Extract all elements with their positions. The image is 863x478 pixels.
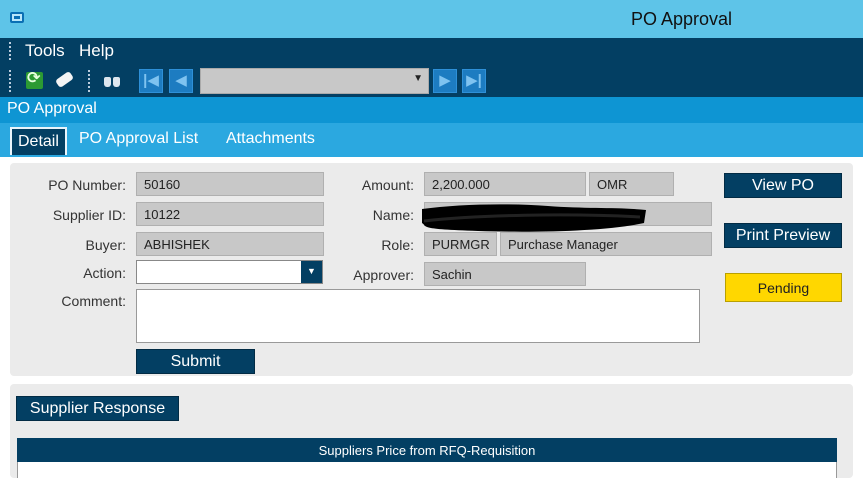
buyer-field: ABHISHEK <box>136 232 324 256</box>
comment-label: Comment: <box>61 293 126 309</box>
action-select[interactable]: ▼ <box>136 260 323 284</box>
binoculars-icon[interactable] <box>103 73 121 88</box>
title-bar: PO Approval <box>0 0 863 38</box>
view-po-button[interactable]: View PO <box>724 173 842 198</box>
submit-button[interactable]: Submit <box>136 349 255 374</box>
action-dropdown-button[interactable]: ▼ <box>301 261 322 283</box>
print-preview-button[interactable]: Print Preview <box>724 223 842 248</box>
supplier-price-table-header: Suppliers Price from RFQ-Requisition <box>17 438 837 462</box>
tab-detail[interactable]: Detail <box>10 127 67 155</box>
supplier-id-field: 10122 <box>136 202 324 226</box>
status-badge: Pending <box>725 273 842 302</box>
next-record-button[interactable]: ▶ <box>433 69 457 93</box>
currency-field: OMR <box>589 172 674 196</box>
approver-label: Approver: <box>353 267 414 283</box>
eraser-icon[interactable] <box>54 70 75 89</box>
app-icon <box>10 12 24 23</box>
section-title: PO Approval <box>0 97 863 123</box>
refresh-icon[interactable] <box>26 68 43 89</box>
next-record-icon: ▶ <box>439 72 451 89</box>
po-number-label: PO Number: <box>48 177 126 193</box>
supplier-response-button[interactable]: Supplier Response <box>16 396 179 421</box>
record-select[interactable]: ▼ <box>200 68 429 94</box>
first-record-icon: |◀ <box>143 72 159 89</box>
role-description-field: Purchase Manager <box>500 232 712 256</box>
menu-tools[interactable]: Tools <box>25 41 65 61</box>
amount-label: Amount: <box>361 177 414 193</box>
first-record-button[interactable]: |◀ <box>139 69 163 93</box>
role-label: Role: <box>381 237 414 253</box>
supplier-price-table <box>17 462 837 478</box>
toolbar <box>0 64 863 97</box>
redaction-scribble <box>422 204 646 232</box>
menu-help[interactable]: Help <box>79 41 114 61</box>
menu-bar: Tools Help <box>0 38 863 64</box>
role-code-field: PURMGR <box>424 232 497 256</box>
toolbar-grip-icon <box>9 70 11 92</box>
chevron-down-icon: ▼ <box>413 73 423 84</box>
last-record-icon: ▶| <box>466 72 482 89</box>
toolbar-separator <box>88 70 90 92</box>
buyer-label: Buyer: <box>85 237 126 253</box>
chevron-down-icon: ▼ <box>307 266 316 276</box>
po-number-field: 50160 <box>136 172 324 196</box>
last-record-button[interactable]: ▶| <box>462 69 486 93</box>
previous-record-icon: ◀ <box>175 72 187 89</box>
comment-field[interactable] <box>136 289 700 343</box>
name-label: Name: <box>372 207 414 223</box>
action-label: Action: <box>83 265 126 281</box>
tab-attachments[interactable]: Attachments <box>226 130 315 148</box>
approver-field: Sachin <box>424 262 586 286</box>
amount-field: 2,200.000 <box>424 172 586 196</box>
tab-po-approval-list[interactable]: PO Approval List <box>79 130 198 148</box>
window-title: PO Approval <box>631 9 733 29</box>
tab-bar: Detail PO Approval List Attachments <box>0 123 863 157</box>
supplier-id-label: Supplier ID: <box>52 207 126 223</box>
menu-grip-icon <box>9 42 11 60</box>
previous-record-button[interactable]: ◀ <box>169 69 193 93</box>
